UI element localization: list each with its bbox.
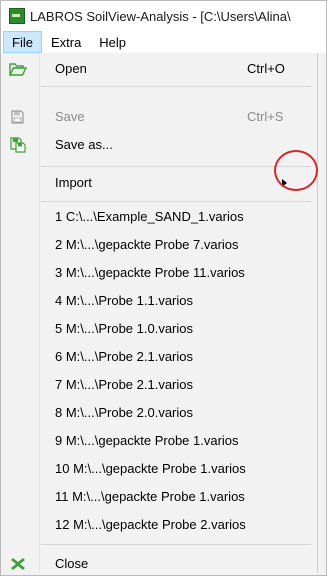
recent-file-label: 10 M:\...\gepackte Probe 1.varios xyxy=(55,461,246,476)
menu-separator xyxy=(41,86,311,87)
menu-item-save-as[interactable]: Save as... xyxy=(1,133,317,157)
recent-file-item[interactable]: 8 M:\...\Probe 2.0.varios xyxy=(1,401,317,425)
recent-file-item[interactable]: 7 M:\...\Probe 2.1.varios xyxy=(1,373,317,397)
recent-file-item[interactable]: 5 M:\...\Probe 1.0.varios xyxy=(1,317,317,341)
menu-item-label: Close xyxy=(55,556,89,571)
menu-separator xyxy=(41,201,311,202)
menu-help[interactable]: Help xyxy=(90,31,135,53)
menu-item-shortcut: Ctrl+S xyxy=(247,109,284,124)
menu-separator xyxy=(41,166,311,167)
recent-file-label: 11 M:\...\gepackte Probe 1.varios xyxy=(55,489,245,504)
folder-open-icon xyxy=(8,61,28,77)
recent-file-item[interactable]: 1 C:\...\Example_SAND_1.varios xyxy=(1,205,317,229)
recent-file-item[interactable]: 4 M:\...\Probe 1.1.varios xyxy=(1,289,317,313)
menu-extra[interactable]: Extra xyxy=(42,31,90,53)
menu-item-close[interactable]: Close xyxy=(1,552,317,575)
recent-file-label: 3 M:\...\gepackte Probe 11.varios xyxy=(55,265,245,280)
recent-file-label: 5 M:\...\Probe 1.0.varios xyxy=(55,321,194,336)
recent-file-label: 2 M:\...\gepackte Probe 7.varios xyxy=(55,237,239,252)
menu-item-import[interactable]: Import xyxy=(1,171,317,195)
menu-file[interactable]: File xyxy=(3,31,42,53)
floppy-disk-icon xyxy=(9,109,27,125)
recent-file-item[interactable]: 6 M:\...\Probe 2.1.varios xyxy=(1,345,317,369)
highlight-circle-annotation xyxy=(274,150,318,191)
recent-file-label: 6 M:\...\Probe 2.1.varios xyxy=(55,349,194,364)
recent-file-label: 8 M:\...\Probe 2.0.varios xyxy=(55,405,194,420)
recent-file-item[interactable]: 12 M:\...\gepackte Probe 2.varios xyxy=(1,513,317,537)
menu-separator xyxy=(41,544,311,545)
file-dropdown-menu: Open Ctrl+O Save Ctrl+S Save as... Impor… xyxy=(1,53,318,573)
recent-file-label: 9 M:\...\gepackte Probe 1.varios xyxy=(55,433,239,448)
recent-file-item[interactable]: 11 M:\...\gepackte Probe 1.varios xyxy=(1,485,317,509)
title-bar: LABROS SoilView-Analysis - [C:\Users\Ali… xyxy=(1,1,326,31)
menu-item-label: Save xyxy=(55,109,85,124)
app-logo-icon xyxy=(9,8,25,24)
recent-file-label: 1 C:\...\Example_SAND_1.varios xyxy=(55,209,244,224)
recent-file-label: 7 M:\...\Probe 2.1.varios xyxy=(55,377,194,392)
menu-item-save[interactable]: Save Ctrl+S xyxy=(1,105,317,129)
window-title: LABROS SoilView-Analysis - [C:\Users\Ali… xyxy=(30,8,291,24)
close-x-icon xyxy=(9,556,27,572)
recent-file-item[interactable]: 3 M:\...\gepackte Probe 11.varios xyxy=(1,261,317,285)
menu-item-open[interactable]: Open Ctrl+O xyxy=(1,57,317,81)
recent-file-item[interactable]: 9 M:\...\gepackte Probe 1.varios xyxy=(1,429,317,453)
menu-item-label: Open xyxy=(55,61,87,76)
recent-file-label: 12 M:\...\gepackte Probe 2.varios xyxy=(55,517,246,532)
save-as-icon xyxy=(9,137,27,153)
recent-file-item[interactable]: 10 M:\...\gepackte Probe 1.varios xyxy=(1,457,317,481)
application-window: LABROS SoilView-Analysis - [C:\Users\Ali… xyxy=(0,0,327,576)
recent-file-item[interactable]: 2 M:\...\gepackte Probe 7.varios xyxy=(1,233,317,257)
menu-bar: File Extra Help xyxy=(1,31,326,53)
menu-item-label: Import xyxy=(55,175,92,190)
recent-file-label: 4 M:\...\Probe 1.1.varios xyxy=(55,293,194,308)
menu-item-shortcut: Ctrl+O xyxy=(247,61,285,76)
menu-item-label: Save as... xyxy=(55,137,113,152)
